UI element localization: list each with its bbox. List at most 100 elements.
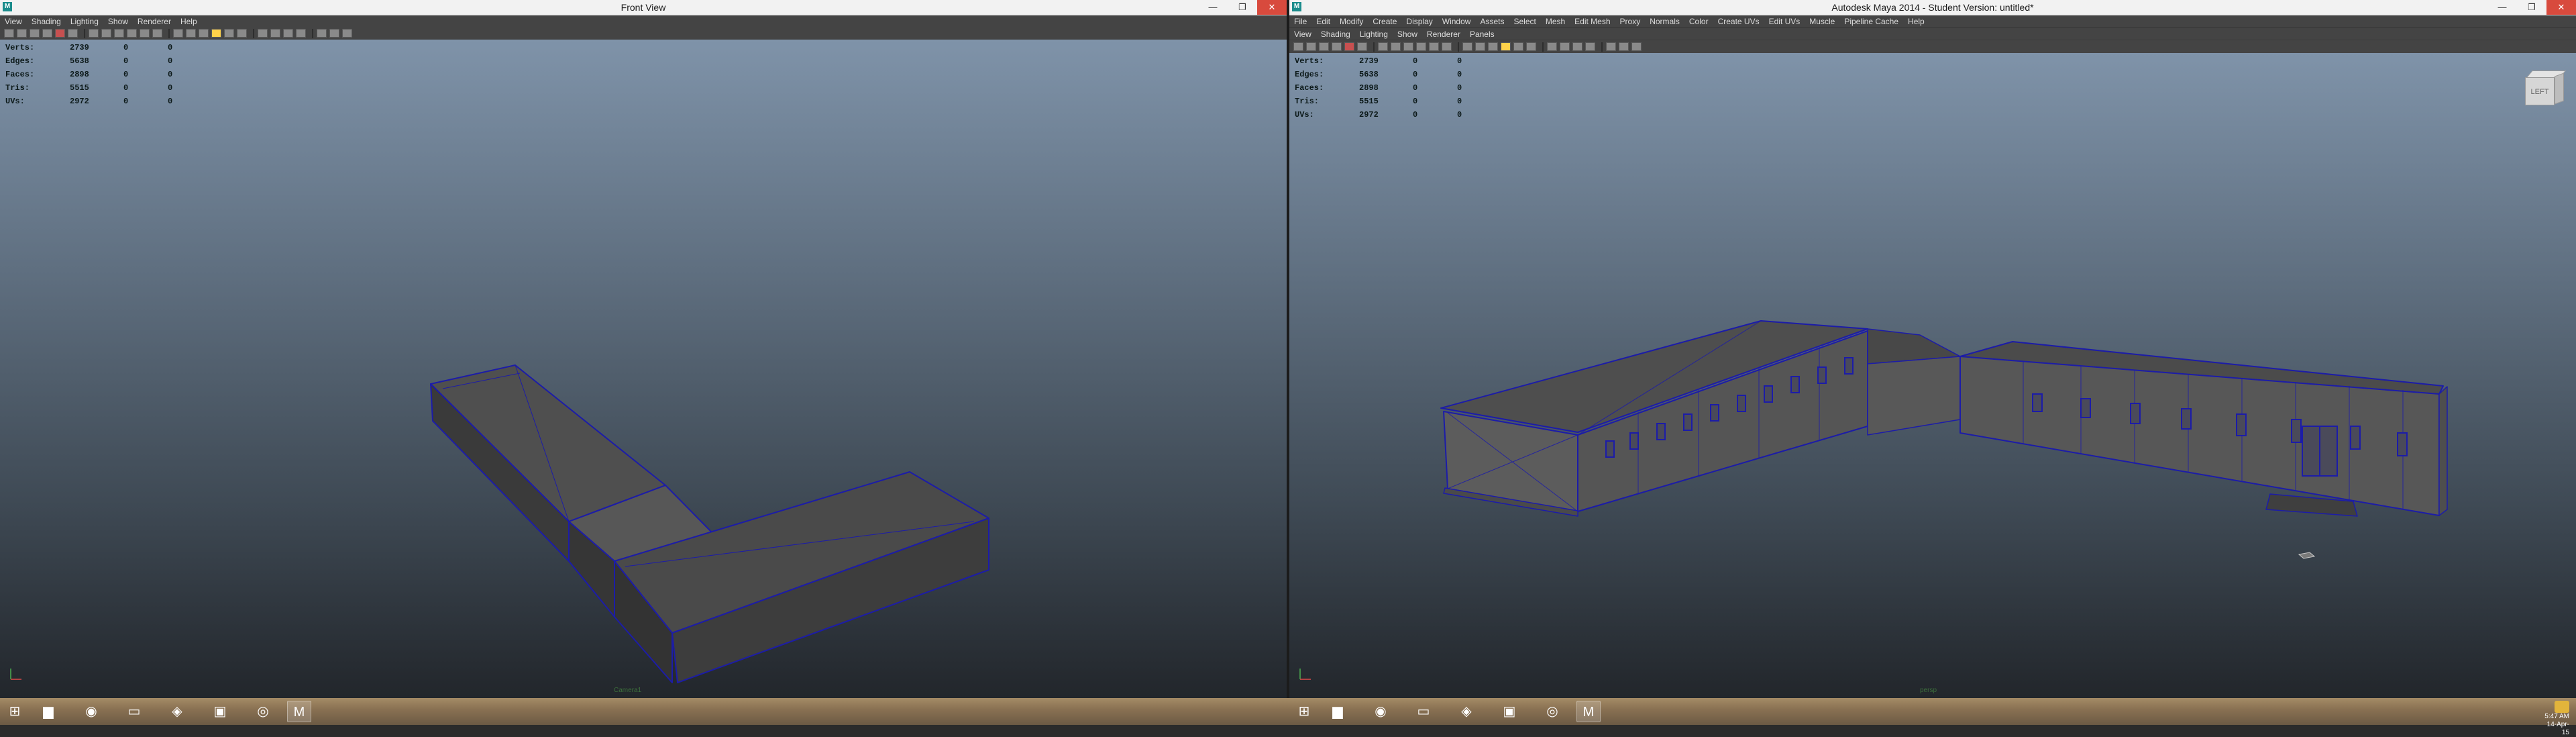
field-chart-icon[interactable] [283, 29, 293, 38]
menu-mesh[interactable]: Mesh [1541, 17, 1570, 26]
network-drive-icon[interactable]: ▭ [122, 701, 146, 722]
menu-help[interactable]: Help [176, 17, 202, 26]
xray-icon[interactable] [186, 29, 196, 38]
panel-menu-panels[interactable]: Panels [1465, 30, 1499, 39]
shadows-icon[interactable] [1429, 42, 1439, 51]
close-icon[interactable]: ✕ [2546, 0, 2576, 15]
unity-icon[interactable]: ◈ [1454, 701, 1479, 722]
windows-start-icon[interactable]: ⊞ [3, 701, 27, 722]
restore-icon[interactable]: ❐ [1228, 0, 1257, 15]
use-lights-icon[interactable] [1416, 42, 1426, 51]
ui-elements-icon[interactable] [1619, 42, 1629, 51]
system-tray[interactable]: 5:47 AM 14-Apr-15 [2542, 701, 2569, 736]
film-gate-icon[interactable] [68, 29, 78, 38]
multisample-icon[interactable] [237, 29, 247, 38]
grid-icon[interactable] [55, 29, 65, 38]
menu-muscle[interactable]: Muscle [1805, 17, 1839, 26]
front-view-titlebar[interactable]: M Front View — ❐ ✕ [0, 0, 1287, 15]
panel-menu-renderer[interactable]: Renderer [1422, 30, 1465, 39]
motion-blur-icon[interactable] [224, 29, 234, 38]
xray-icon[interactable] [1475, 42, 1485, 51]
maya-icon[interactable]: M [287, 701, 311, 722]
folder-icon[interactable]: ▆ [1326, 701, 1350, 722]
use-lights-icon[interactable] [127, 29, 137, 38]
maya-icon[interactable]: M [1576, 701, 1601, 722]
front-viewport[interactable]: Verts: 2739 0 0 Edges: 5638 0 0 Faces: 2898 0 0 T… [0, 40, 1287, 698]
restore-icon[interactable]: ❐ [2517, 0, 2546, 15]
field-chart-icon[interactable] [1572, 42, 1582, 51]
minimize-icon[interactable]: — [2487, 0, 2517, 15]
menu-color[interactable]: Color [1684, 17, 1713, 26]
light-bulb-icon[interactable] [1501, 42, 1511, 51]
film-gate-icon[interactable] [1357, 42, 1367, 51]
select-camera-icon[interactable] [1293, 42, 1303, 51]
menu-pipeline-cache[interactable]: Pipeline Cache [1839, 17, 1903, 26]
menu-display[interactable]: Display [1401, 17, 1437, 26]
xray-joints-icon[interactable] [1488, 42, 1498, 51]
firefox-icon[interactable]: ◉ [79, 701, 103, 722]
smooth-shade-icon[interactable] [1391, 42, 1401, 51]
unity-icon[interactable]: ◈ [165, 701, 189, 722]
ambient-occlusion-icon[interactable] [152, 29, 162, 38]
light-bulb-icon[interactable] [211, 29, 221, 38]
visual-studio-icon[interactable]: ▣ [208, 701, 232, 722]
menu-proxy[interactable]: Proxy [1615, 17, 1646, 26]
windows-start-icon[interactable]: ⊞ [1292, 701, 1316, 722]
visual-studio-icon[interactable]: ▣ [1497, 701, 1521, 722]
multisample-icon[interactable] [1526, 42, 1536, 51]
resolution-gate-icon[interactable] [1547, 42, 1557, 51]
panel-menu-shading[interactable]: Shading [1316, 30, 1355, 39]
bookmark-icon[interactable] [1319, 42, 1329, 51]
isolate-select-icon[interactable] [173, 29, 183, 38]
safe-action-icon[interactable] [1585, 42, 1595, 51]
menu-edit-mesh[interactable]: Edit Mesh [1570, 17, 1615, 26]
gate-mask-icon[interactable] [270, 29, 280, 38]
menu-select[interactable]: Select [1509, 17, 1540, 26]
smooth-shade-icon[interactable] [101, 29, 111, 38]
bookmark-icon[interactable] [30, 29, 40, 38]
menu-edit-uvs[interactable]: Edit UVs [1764, 17, 1805, 26]
hud-toggle-icon[interactable] [1606, 42, 1616, 51]
menu-show[interactable]: Show [103, 17, 133, 26]
wireframe-icon[interactable] [89, 29, 99, 38]
grid-icon[interactable] [1344, 42, 1354, 51]
menu-assets[interactable]: Assets [1475, 17, 1509, 26]
camera-attributes-icon[interactable] [17, 29, 27, 38]
menu-create-uvs[interactable]: Create UVs [1713, 17, 1764, 26]
menu-shading[interactable]: Shading [27, 17, 66, 26]
safe-action-icon[interactable] [296, 29, 306, 38]
pin-icon[interactable] [342, 29, 352, 38]
isolate-select-icon[interactable] [1462, 42, 1472, 51]
menu-renderer[interactable]: Renderer [133, 17, 176, 26]
image-plane-icon[interactable] [42, 29, 52, 38]
menu-help[interactable]: Help [1903, 17, 1929, 26]
panel-menu-show[interactable]: Show [1393, 30, 1422, 39]
building-mesh-perspective[interactable] [1289, 53, 2576, 698]
shadows-icon[interactable] [140, 29, 150, 38]
menu-normals[interactable]: Normals [1645, 17, 1684, 26]
pin-icon[interactable] [1631, 42, 1642, 51]
ambient-occlusion-icon[interactable] [1442, 42, 1452, 51]
panel-menu-lighting[interactable]: Lighting [1355, 30, 1393, 39]
firefox-icon[interactable]: ◉ [1368, 701, 1393, 722]
notification-icon[interactable] [2555, 701, 2569, 713]
perspective-viewport[interactable]: Verts: 2739 0 0 Edges: 5638 0 0 Faces: 2898 0 0 T… [1289, 53, 2576, 698]
menu-lighting[interactable]: Lighting [66, 17, 103, 26]
resolution-gate-icon[interactable] [258, 29, 268, 38]
menu-create[interactable]: Create [1368, 17, 1401, 26]
textured-icon[interactable] [114, 29, 124, 38]
menu-modify[interactable]: Modify [1335, 17, 1368, 26]
minimize-icon[interactable]: — [1198, 0, 1228, 15]
gate-mask-icon[interactable] [1560, 42, 1570, 51]
chrome-icon[interactable]: ◎ [1540, 701, 1564, 722]
network-drive-icon[interactable]: ▭ [1411, 701, 1436, 722]
close-icon[interactable]: ✕ [1257, 0, 1287, 15]
select-camera-icon[interactable] [4, 29, 14, 38]
building-mesh-front[interactable] [0, 40, 1287, 698]
ui-elements-icon[interactable] [329, 29, 339, 38]
chrome-icon[interactable]: ◎ [251, 701, 275, 722]
maya-titlebar[interactable]: M Autodesk Maya 2014 - Student Version: … [1289, 0, 2576, 15]
camera-attributes-icon[interactable] [1306, 42, 1316, 51]
panel-menu-view[interactable]: View [1289, 30, 1316, 39]
menu-edit[interactable]: Edit [1311, 17, 1335, 26]
